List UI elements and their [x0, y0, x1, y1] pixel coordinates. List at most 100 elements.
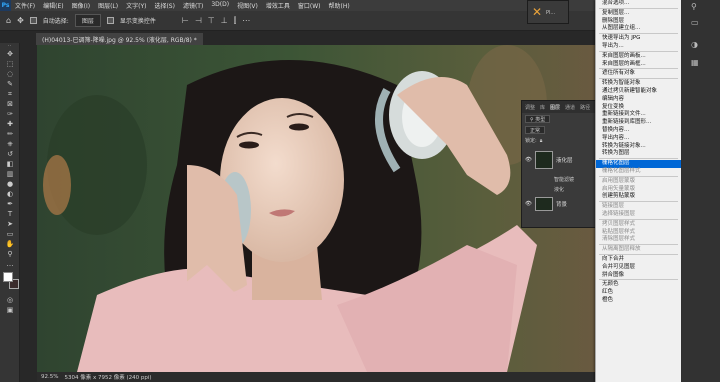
menu-item[interactable]: 图像(I) [68, 1, 94, 10]
context-menu-item[interactable]: 导出内容... [596, 135, 681, 143]
layer-row-background[interactable]: 👁︎ 背景 [522, 194, 596, 214]
search-icon[interactable]: ⚲ [691, 2, 697, 11]
crop-tool-icon[interactable]: ⌗ [0, 89, 20, 99]
path-select-icon[interactable]: ➤ [0, 219, 20, 229]
align-right-icon[interactable]: ⊤ [208, 16, 215, 25]
show-transform-label: 显示变换控件 [119, 18, 156, 25]
gradient-tool-icon[interactable]: ▥ [0, 169, 20, 179]
tab-layers[interactable]: 图层 [550, 104, 560, 111]
image-canvas[interactable] [37, 45, 598, 372]
context-menu-item[interactable]: 替换内容... [596, 127, 681, 135]
context-menu-item[interactable]: 快速导出为 JPG [596, 35, 681, 43]
eraser-tool-icon[interactable]: ◧ [0, 159, 20, 169]
screen-mode-icon[interactable]: ▣ [0, 305, 20, 315]
menu-item[interactable]: 图层(L) [94, 1, 122, 10]
context-menu-item[interactable]: 创建剪贴蒙版 [596, 193, 681, 201]
context-menu-item[interactable]: 向下合并 [596, 256, 681, 264]
align-top-icon[interactable]: ⊥ [221, 16, 228, 25]
zoom-tool-icon[interactable]: ⚲ [0, 249, 20, 259]
context-menu-item[interactable]: 无颜色 [596, 281, 681, 289]
history-brush-icon[interactable]: ↺ [0, 149, 20, 159]
menu-item[interactable]: 窗口(W) [294, 1, 325, 10]
floating-panel[interactable]: ✕ Pl... [527, 0, 569, 24]
frame-tool-icon[interactable]: ⊠ [0, 99, 20, 109]
tab-library[interactable]: 库 [540, 104, 545, 111]
marquee-tool-icon[interactable]: ⬚ [0, 59, 20, 69]
lasso-tool-icon[interactable]: ◌ [0, 69, 20, 79]
hand-tool-icon[interactable]: ✋ [0, 239, 20, 249]
context-menu-item[interactable]: 导出为... [596, 43, 681, 51]
quick-mask-icon[interactable]: ◎ [0, 295, 20, 305]
smart-filters-row[interactable]: 智能滤镜 [522, 174, 596, 184]
foreground-color-swatch[interactable] [3, 272, 13, 282]
context-menu-item[interactable]: 合并可见图层 [596, 264, 681, 272]
context-menu-item[interactable]: 通过拷贝新建智能对象 [596, 88, 681, 96]
blur-tool-icon[interactable]: ● [0, 179, 20, 189]
context-menu-item[interactable]: 遮住所有对象 [596, 70, 681, 78]
context-menu-item[interactable]: 来自图层的画板... [596, 53, 681, 61]
quick-select-tool-icon[interactable]: ✎ [0, 79, 20, 89]
menu-item[interactable]: 选择(S) [150, 1, 179, 10]
show-transform-checkbox[interactable] [106, 17, 114, 24]
align-left-icon[interactable]: ⊢ [182, 16, 189, 25]
auto-select-checkbox[interactable] [29, 17, 37, 24]
layer-kind-filter[interactable]: ⚲ 类型 [525, 114, 551, 123]
eye-icon[interactable]: 👁︎ [525, 201, 532, 207]
context-menu-item[interactable]: 拼合图像 [596, 272, 681, 280]
context-menu-item[interactable]: 从图层建立组... [596, 25, 681, 33]
align-center-icon[interactable]: ⊣ [195, 16, 202, 25]
menu-item[interactable]: 文件(F) [11, 1, 39, 10]
clone-stamp-icon[interactable]: ⎈ [0, 139, 20, 149]
document-tab-bar: (H)04013-已调筛-降噪.jpg @ 92.5% (液化层, RGB/8)… [36, 31, 596, 45]
context-menu-item[interactable]: 重新链接到库图形... [596, 119, 681, 127]
color-panel-icon[interactable]: ◑ [691, 40, 698, 49]
menu-item[interactable]: 编辑(E) [39, 1, 67, 10]
context-menu-item[interactable]: 编辑内容 [596, 96, 681, 104]
layer-thumbnail [534, 151, 553, 169]
swatches-panel-icon[interactable]: ▦ [691, 58, 699, 67]
align-middle-icon[interactable]: ⫿ [234, 16, 237, 26]
blend-mode-dropdown[interactable]: 正常 [525, 125, 546, 134]
dodge-tool-icon[interactable]: ◐ [0, 189, 20, 199]
menu-item[interactable]: 3D(D) [207, 1, 233, 10]
move-tool-icon[interactable]: ✥ [17, 16, 24, 25]
pen-tool-icon[interactable]: ✒ [0, 199, 20, 209]
distribute-icon[interactable]: ⋯ [242, 16, 250, 25]
liquify-filter-row[interactable]: 液化 [522, 184, 596, 194]
menu-item[interactable]: 文字(Y) [122, 1, 150, 10]
tab-paths[interactable]: 路径 [580, 104, 590, 111]
zoom-level[interactable]: 92.5% [41, 374, 58, 380]
context-menu-item[interactable]: 来自图层的画框... [596, 61, 681, 69]
layer-row-liquify[interactable]: 👁︎ 液化层 [522, 146, 596, 174]
layer-select-dropdown[interactable]: 图层 [74, 14, 101, 27]
context-menu-item[interactable]: 转换为图层 [596, 150, 681, 158]
menu-item[interactable]: 帮助(H) [325, 1, 354, 10]
tab-channels[interactable]: 通道 [565, 104, 575, 111]
context-menu-item[interactable]: 转换为智能对象 [596, 80, 681, 88]
color-swatches[interactable] [0, 269, 19, 295]
more-tools-icon[interactable]: … [0, 259, 20, 269]
menu-item[interactable]: 视图(V) [233, 1, 262, 10]
context-menu-item[interactable]: 混合选项... [596, 0, 681, 8]
document-tab[interactable]: (H)04013-已调筛-降噪.jpg @ 92.5% (液化层, RGB/8)… [36, 33, 203, 45]
menu-item[interactable]: 滤镜(T) [179, 1, 207, 10]
menu-item[interactable]: 增效工具 [262, 1, 294, 10]
context-menu-item[interactable]: 栅格化图层 [596, 160, 681, 168]
healing-brush-icon[interactable]: ✚ [0, 119, 20, 129]
workspace-icon[interactable]: ▭ [691, 18, 699, 27]
photoshop-logo-icon: Ps [0, 0, 11, 11]
eye-icon[interactable]: 👁︎ [525, 157, 532, 163]
shape-tool-icon[interactable]: ▭ [0, 229, 20, 239]
move-tool-icon[interactable]: ✥ [0, 49, 20, 59]
context-menu-item[interactable]: 复制图层... [596, 10, 681, 18]
context-menu-item[interactable]: 红色 [596, 289, 681, 297]
brush-tool-icon[interactable]: ✏ [0, 129, 20, 139]
lock-icon[interactable]: 🔒︎ [540, 138, 543, 144]
layer-thumbnail [534, 197, 553, 211]
eyedropper-tool-icon[interactable]: ✑ [0, 109, 20, 119]
type-tool-icon[interactable]: T [0, 209, 20, 219]
tab-adjustments[interactable]: 调整 [525, 104, 535, 111]
home-icon[interactable]: ⌂ [6, 16, 11, 25]
context-menu-item[interactable]: 橙色 [596, 297, 681, 305]
context-menu-item[interactable]: 重新链接到文件... [596, 111, 681, 119]
